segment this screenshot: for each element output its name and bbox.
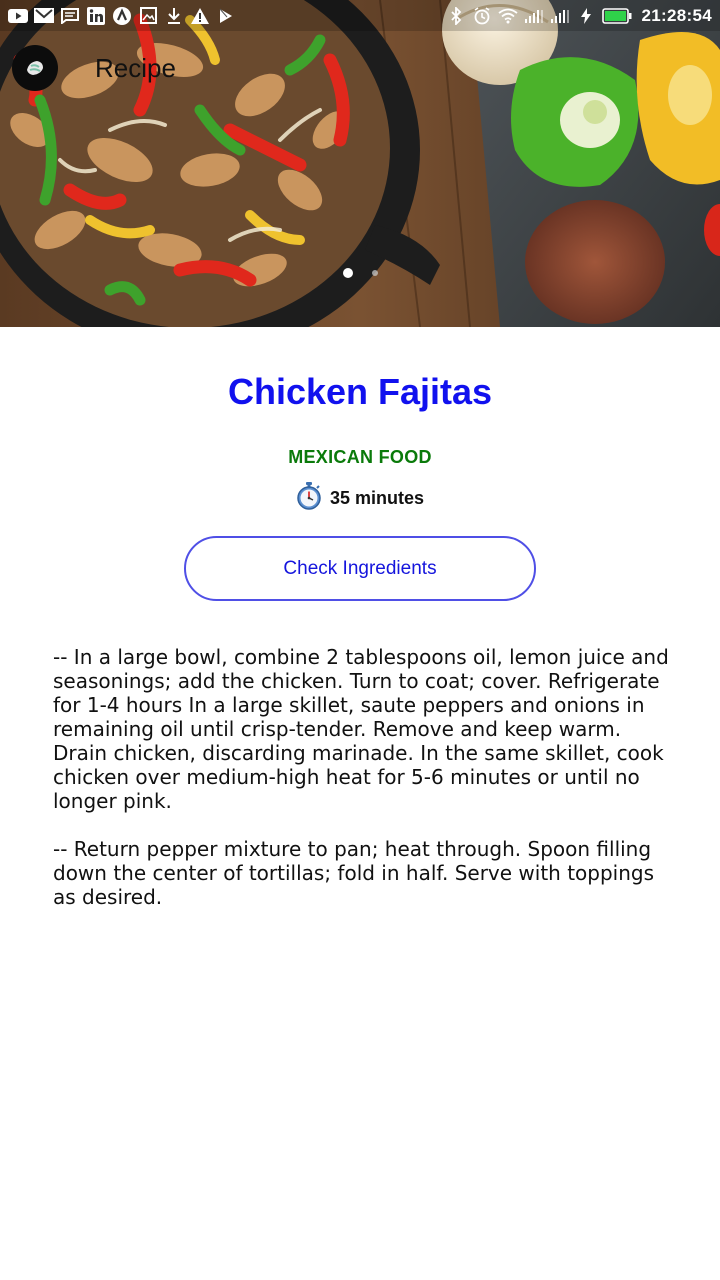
battery-level (604, 10, 626, 21)
carousel-dot[interactable] (371, 270, 378, 276)
recipe-category: MEXICAN FOOD (288, 447, 432, 467)
youtube-icon (8, 7, 28, 25)
download-icon (164, 7, 184, 25)
alarm-icon (472, 6, 492, 25)
gmail-icon (34, 7, 54, 25)
signal-icon (524, 7, 544, 25)
system-icons: 21:28:54 (446, 6, 712, 26)
gallery-icon (138, 7, 158, 25)
status-bar: 21:28:54 (0, 0, 720, 31)
battery-icon (601, 7, 632, 25)
app-a-icon (112, 6, 132, 25)
stopwatch-icon (296, 482, 322, 515)
check-ingredients-button[interactable]: Check Ingredients (184, 536, 536, 601)
play-store-icon (216, 7, 236, 25)
fajita-logo-icon[interactable] (12, 45, 58, 91)
wifi-icon (497, 7, 518, 25)
charging-icon (576, 7, 596, 25)
app-title: Recipe (95, 52, 176, 83)
recipe-title: Chicken Fajitas (227, 371, 493, 412)
message-icon (60, 7, 80, 25)
notification-icons (8, 6, 236, 25)
status-time: 21:28:54 (641, 5, 712, 25)
instruction-paragraph: -- Return pepper mixture to pan; heat th… (53, 837, 655, 909)
signal-icon (550, 7, 570, 25)
bluetooth-icon (446, 6, 466, 25)
duration-text: 35 minutes (329, 488, 425, 508)
app-bar: Recipe (12, 44, 176, 92)
recipe-instructions: -- In a large bowl, combine 2 tablespoon… (53, 645, 673, 933)
linkedin-icon (86, 6, 106, 25)
carousel-indicator (0, 268, 720, 278)
carousel-dot-active[interactable] (342, 268, 353, 278)
recipe-duration: 35 minutes (0, 482, 720, 515)
warning-icon (190, 7, 210, 25)
instruction-paragraph: -- In a large bowl, combine 2 tablespoon… (53, 645, 669, 813)
